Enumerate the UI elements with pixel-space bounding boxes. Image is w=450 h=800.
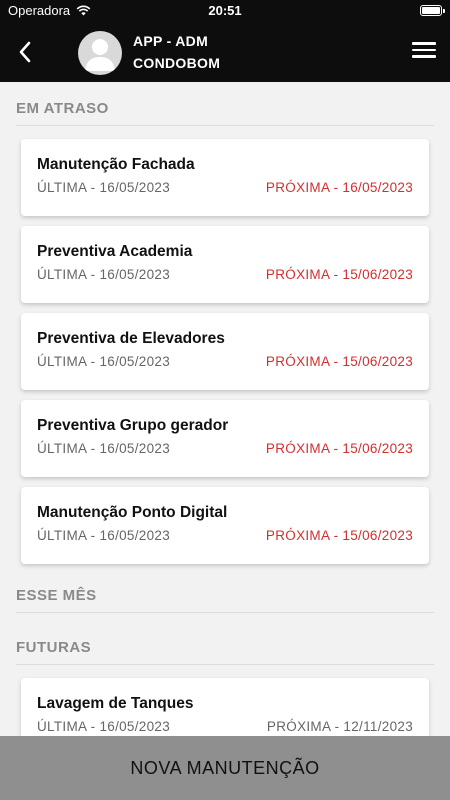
nova-manutencao-button[interactable]: NOVA MANUTENÇÃO xyxy=(0,736,450,800)
maintenance-list[interactable]: EM ATRASO Manutenção Fachada ÚLTIMA - 16… xyxy=(0,82,450,736)
card-last-date: ÚLTIMA - 16/05/2023 xyxy=(37,267,171,282)
card-next-date: PRÓXIMA - 15/06/2023 xyxy=(265,354,413,369)
card-title: Lavagem de Tanques xyxy=(37,695,194,712)
section-title-esse-mes: ESSE MÊS xyxy=(16,587,97,604)
card-next-date: PRÓXIMA - 16/05/2023 xyxy=(265,180,413,195)
section-title-futuras: FUTURAS xyxy=(16,639,92,656)
header-subtitle: CONDOBOM xyxy=(133,55,221,71)
hamburger-menu-icon[interactable] xyxy=(412,42,436,62)
maintenance-card[interactable]: Preventiva Academia ÚLTIMA - 16/05/2023 … xyxy=(21,226,429,303)
card-title: Manutenção Ponto Digital xyxy=(37,504,228,521)
section-title-em-atraso: EM ATRASO xyxy=(16,100,109,117)
section-divider xyxy=(16,664,434,665)
card-title: Preventiva Grupo gerador xyxy=(37,417,229,434)
clock: 20:51 xyxy=(208,3,242,18)
card-next-date: PRÓXIMA - 15/06/2023 xyxy=(265,528,413,543)
app-header: APP - ADM CONDOBOM xyxy=(0,22,450,82)
maintenance-card[interactable]: Manutenção Fachada ÚLTIMA - 16/05/2023 P… xyxy=(21,139,429,216)
card-last-date: ÚLTIMA - 16/05/2023 xyxy=(37,528,171,543)
card-next-date: PRÓXIMA - 12/11/2023 xyxy=(266,719,413,734)
card-next-date: PRÓXIMA - 15/06/2023 xyxy=(265,267,413,282)
back-button[interactable] xyxy=(8,34,42,70)
header-title: APP - ADM xyxy=(133,33,209,49)
card-last-date: ÚLTIMA - 16/05/2023 xyxy=(37,441,171,456)
card-title: Preventiva de Elevadores xyxy=(37,330,225,347)
user-avatar-icon xyxy=(78,31,122,75)
maintenance-card[interactable]: Lavagem de Tanques ÚLTIMA - 16/05/2023 P… xyxy=(21,678,429,736)
section-divider xyxy=(16,612,434,613)
card-next-date: PRÓXIMA - 15/06/2023 xyxy=(265,441,413,456)
maintenance-card[interactable]: Preventiva de Elevadores ÚLTIMA - 16/05/… xyxy=(21,313,429,390)
maintenance-card[interactable]: Preventiva Grupo gerador ÚLTIMA - 16/05/… xyxy=(21,400,429,477)
card-title: Preventiva Academia xyxy=(37,243,193,260)
status-bar: Operadora 20:51 xyxy=(0,0,450,22)
card-title: Manutenção Fachada xyxy=(37,156,195,173)
section-divider xyxy=(16,125,434,126)
maintenance-card[interactable]: Manutenção Ponto Digital ÚLTIMA - 16/05/… xyxy=(21,487,429,564)
card-last-date: ÚLTIMA - 16/05/2023 xyxy=(37,719,171,734)
card-last-date: ÚLTIMA - 16/05/2023 xyxy=(37,354,171,369)
chevron-left-icon xyxy=(19,41,31,63)
battery-icon xyxy=(420,5,445,16)
card-last-date: ÚLTIMA - 16/05/2023 xyxy=(37,180,171,195)
